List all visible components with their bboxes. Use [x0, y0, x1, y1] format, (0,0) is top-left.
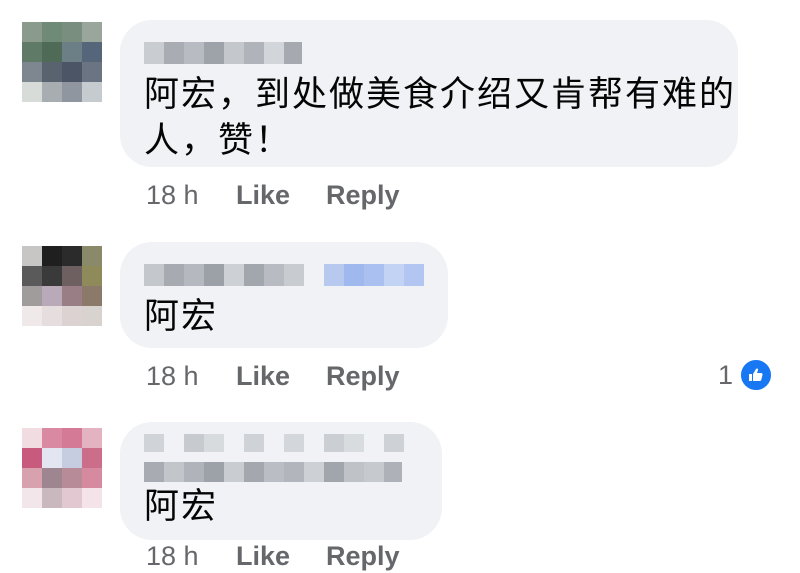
reply-button[interactable]: Reply — [326, 180, 400, 211]
comment-text-line2: 人，赞！ — [144, 121, 293, 161]
comment-text: 阿宏 — [144, 297, 219, 337]
comment-bubble: 阿宏 — [120, 242, 448, 348]
comment-bubble: 阿宏，到处做美食介绍又肯帮有难的 人，赞！ — [120, 20, 738, 167]
comment-3: 阿宏 18 h Like Reply — [0, 410, 800, 573]
like-button[interactable]: Like — [236, 541, 326, 572]
comment-2: 阿宏 18 h Like Reply 1 — [0, 230, 800, 415]
comment-text: 阿宏 — [144, 487, 219, 527]
blurred-author-name-line2[interactable] — [144, 462, 402, 482]
avatar[interactable] — [22, 428, 102, 508]
comment-bubble: 阿宏 — [120, 422, 442, 540]
comment-actions: 18 h Like Reply — [146, 541, 400, 572]
like-button[interactable]: Like — [236, 361, 326, 392]
comment-actions: 18 h Like Reply — [146, 361, 400, 392]
reply-button[interactable]: Reply — [326, 541, 400, 572]
blurred-author-name[interactable] — [144, 264, 424, 286]
blurred-author-name[interactable] — [144, 434, 404, 452]
comment-1: 阿宏，到处做美食介绍又肯帮有难的 人，赞！ 18 h Like Reply — [0, 0, 800, 230]
comment-text: 阿宏，到处做美食介绍又肯帮有难的 — [144, 75, 737, 115]
blurred-author-name[interactable] — [144, 42, 302, 64]
timestamp[interactable]: 18 h — [146, 361, 236, 392]
timestamp[interactable]: 18 h — [146, 541, 236, 572]
timestamp[interactable]: 18 h — [146, 180, 236, 211]
like-button[interactable]: Like — [236, 180, 326, 211]
reaction-summary[interactable]: 1 — [718, 358, 774, 392]
thumbs-up-icon — [739, 358, 774, 392]
comment-actions: 18 h Like Reply — [146, 180, 400, 211]
reaction-count: 1 — [718, 359, 734, 390]
reply-button[interactable]: Reply — [326, 361, 400, 392]
avatar[interactable] — [22, 22, 102, 102]
avatar[interactable] — [22, 246, 102, 326]
